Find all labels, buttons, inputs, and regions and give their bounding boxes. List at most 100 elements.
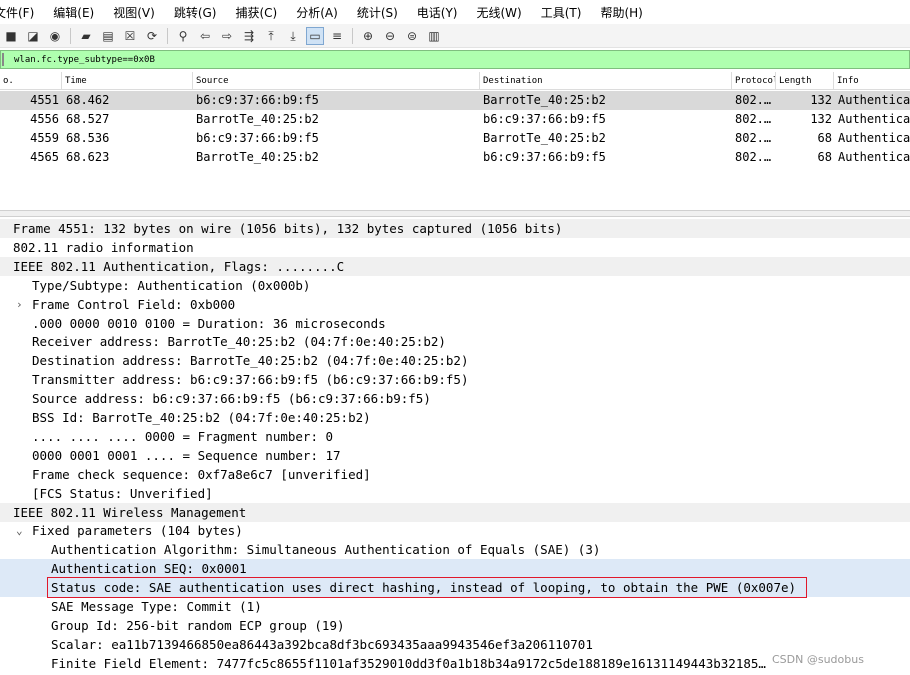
detail-tree-text: Destination address: BarrotTe_40:25:b2 (… xyxy=(32,353,469,369)
open-file-icon[interactable]: ▰ xyxy=(77,27,95,45)
packet-cell-time: 68.462 xyxy=(66,93,110,107)
colorize-icon[interactable]: ≡ xyxy=(328,27,346,45)
find-packet-icon[interactable]: ⚲ xyxy=(174,27,192,45)
go-back-icon[interactable]: ⇦ xyxy=(196,27,214,45)
detail-tree-item[interactable]: .000 0000 0010 0100 = Duration: 36 micro… xyxy=(0,314,910,333)
packet-cell-info: Authentication xyxy=(838,112,910,126)
detail-tree-item[interactable]: 802.11 radio information xyxy=(0,238,910,257)
detail-tree-text: 0000 0001 0001 .... = Sequence number: 1… xyxy=(32,447,341,463)
menu-go[interactable]: 跳转(G) xyxy=(174,4,223,21)
detail-tree-text: Authentication Algorithm: Simultaneous A… xyxy=(51,542,601,558)
detail-tree-item[interactable]: .... .... .... 0000 = Fragment number: 0 xyxy=(0,427,910,446)
zoom-in-icon[interactable]: ⊕ xyxy=(359,27,377,45)
menu-help[interactable]: 帮助(H) xyxy=(600,4,648,21)
detail-tree-text: Finite Field Element: 7477fc5c8655f1101a… xyxy=(51,655,766,671)
detail-tree-text: IEEE 802.11 Wireless Management xyxy=(13,504,247,520)
menu-file[interactable]: 文件(F) xyxy=(0,4,40,21)
detail-tree-item[interactable]: IEEE 802.11 Wireless Management xyxy=(0,502,910,522)
menu-analyze[interactable]: 分析(A) xyxy=(296,4,344,21)
close-file-icon[interactable]: ☒ xyxy=(121,27,139,45)
menu-wireless[interactable]: 无线(W) xyxy=(477,4,528,21)
packet-cell-no: 4565 xyxy=(30,150,59,164)
save-file-icon[interactable]: ▤ xyxy=(99,27,117,45)
column-header-destination[interactable]: Destination xyxy=(480,72,732,90)
menu-bar: 文件(F) 编辑(E) 视图(V) 跳转(G) 捕获(C) 分析(A) 统计(S) 电话(Y)… xyxy=(0,0,910,24)
menu-statistics[interactable]: 统计(S) xyxy=(357,4,404,21)
detail-tree-text: .000 0000 0010 0100 = Duration: 36 micro… xyxy=(32,315,386,331)
packet-cell-destination: b6:c9:37:66:b9:f5 xyxy=(483,150,606,164)
filter-bookmark-icon[interactable] xyxy=(2,53,12,66)
column-header-length[interactable]: Length xyxy=(776,72,834,90)
menu-edit[interactable]: 编辑(E) xyxy=(53,4,100,21)
zoom-out-icon[interactable]: ⊖ xyxy=(381,27,399,45)
detail-tree-text: 802.11 radio information xyxy=(13,239,194,255)
column-header-no[interactable]: o. xyxy=(0,72,62,90)
detail-tree-item[interactable]: Source address: b6:c9:37:66:b9:f5 (b6:c9… xyxy=(0,389,910,408)
main-toolbar: ■ ◪ ◉ ▰ ▤ ☒ ⟳ ⚲ ⇦ ⇨ ⇶ ⤒ ⤓ ▭ ≡ ⊕ ⊖ ⊜ ▥ xyxy=(0,24,910,48)
detail-tree-item[interactable]: BSS Id: BarrotTe_40:25:b2 (04:7f:0e:40:2… xyxy=(0,408,910,427)
detail-tree-text: Source address: b6:c9:37:66:b9:f5 (b6:c9… xyxy=(32,391,431,407)
first-packet-icon[interactable]: ⤒ xyxy=(262,27,280,45)
detail-tree-item[interactable]: IEEE 802.11 Authentication, Flags: .....… xyxy=(0,256,910,276)
detail-tree-item[interactable]: Type/Subtype: Authentication (0x000b) xyxy=(0,276,910,295)
detail-tree-item[interactable]: Frame check sequence: 0xf7a8e6c7 [unveri… xyxy=(0,465,910,484)
detail-tree-item[interactable]: SAE Message Type: Commit (1) xyxy=(0,597,910,616)
packet-cell-length: 68 xyxy=(817,150,832,164)
packet-row[interactable]: 4565 68.623 BarrotTe_40:25:b2 b6:c9:37:66:b… xyxy=(0,148,910,167)
packet-cell-info: Authentication xyxy=(838,150,910,164)
capture-options-icon[interactable]: ◉ xyxy=(46,27,64,45)
detail-tree-item[interactable]: Authentication SEQ: 0x0001 xyxy=(0,559,910,579)
expand-arrow-icon[interactable]: › xyxy=(16,295,23,314)
packet-cell-protocol: 802.… xyxy=(735,93,772,107)
packet-cell-source: b6:c9:37:66:b9:f5 xyxy=(196,93,319,107)
toolbar-separator xyxy=(167,27,168,44)
detail-tree-text: BSS Id: BarrotTe_40:25:b2 (04:7f:0e:40:2… xyxy=(32,410,371,425)
detail-tree-item[interactable]: Frame 4551: 132 bytes on wire (1056 bits… xyxy=(0,219,910,238)
detail-tree-item[interactable]: Transmitter address: b6:c9:37:66:b9:f5 (… xyxy=(0,370,910,389)
detail-tree-text: SAE Message Type: Commit (1) xyxy=(51,599,262,614)
detail-tree-text: Authentication SEQ: 0x0001 xyxy=(51,561,247,577)
reload-icon[interactable]: ⟳ xyxy=(143,27,161,45)
go-forward-icon[interactable]: ⇨ xyxy=(218,27,236,45)
last-packet-icon[interactable]: ⤓ xyxy=(284,27,302,45)
packet-row[interactable]: 4559 68.536 b6:c9:37:66:b9:f5 BarrotTe_40:2… xyxy=(0,129,910,148)
column-header-info[interactable]: Info xyxy=(834,72,910,90)
detail-tree-text: Frame Control Field: 0xb000 xyxy=(32,296,236,312)
detail-tree-item[interactable]: Scalar: ea11b7139466850ea86443a392bca8df… xyxy=(0,635,910,654)
stop-capture-icon[interactable]: ■ xyxy=(2,27,20,45)
menu-view[interactable]: 视图(V) xyxy=(113,4,161,21)
detail-tree-item[interactable]: Destination address: BarrotTe_40:25:b2 (… xyxy=(0,351,910,370)
packet-cell-destination: BarrotTe_40:25:b2 xyxy=(483,93,606,107)
packet-row[interactable]: 4551 68.462 b6:c9:37:66:b9:f5 BarrotTe_40:2… xyxy=(0,91,910,110)
menu-telephony[interactable]: 电话(Y) xyxy=(417,4,464,21)
packet-cell-time: 68.527 xyxy=(66,112,110,126)
menu-tools[interactable]: 工具(T) xyxy=(541,4,588,21)
detail-tree-item[interactable]: [FCS Status: Unverified] xyxy=(0,484,910,503)
column-header-source[interactable]: Source xyxy=(193,72,480,90)
packet-cell-info: Authentication xyxy=(838,93,910,107)
detail-tree-text: Type/Subtype: Authentication (0x000b) xyxy=(32,277,311,293)
detail-tree-item[interactable]: 0000 0001 0001 .... = Sequence number: 1… xyxy=(0,446,910,465)
column-header-time[interactable]: Time xyxy=(62,72,193,90)
resize-columns-icon[interactable]: ▥ xyxy=(425,27,443,45)
collapse-arrow-icon[interactable]: ⌄ xyxy=(16,521,23,540)
detail-tree-item[interactable]: Status code: SAE authentication uses dir… xyxy=(0,578,910,598)
detail-tree-text: [FCS Status: Unverified] xyxy=(32,485,213,501)
pane-splitter[interactable] xyxy=(0,210,910,217)
detail-tree-item[interactable]: ⌄ Fixed parameters (104 bytes) xyxy=(0,521,910,540)
restart-capture-icon[interactable]: ◪ xyxy=(24,27,42,45)
autoscroll-icon[interactable]: ▭ xyxy=(306,26,324,45)
detail-tree-item[interactable]: Group Id: 256-bit random ECP group (19) xyxy=(0,616,910,635)
column-header-protocol[interactable]: Protocol xyxy=(732,72,776,90)
go-to-packet-icon[interactable]: ⇶ xyxy=(240,27,258,45)
packet-list-header: o. Time Source Destination Protocol Leng… xyxy=(0,72,910,90)
detail-tree-item[interactable]: Authentication Algorithm: Simultaneous A… xyxy=(0,540,910,559)
normal-size-icon[interactable]: ⊜ xyxy=(403,27,421,45)
detail-tree-item[interactable]: Receiver address: BarrotTe_40:25:b2 (04:… xyxy=(0,332,910,351)
detail-tree-item[interactable]: › Frame Control Field: 0xb000 xyxy=(0,295,910,314)
watermark: CSDN @sudobus xyxy=(772,653,864,666)
display-filter-input[interactable] xyxy=(14,54,894,65)
packet-cell-no: 4556 xyxy=(30,112,59,126)
menu-capture[interactable]: 捕获(C) xyxy=(235,4,283,21)
packet-row[interactable]: 4556 68.527 BarrotTe_40:25:b2 b6:c9:37:66:b… xyxy=(0,110,910,129)
